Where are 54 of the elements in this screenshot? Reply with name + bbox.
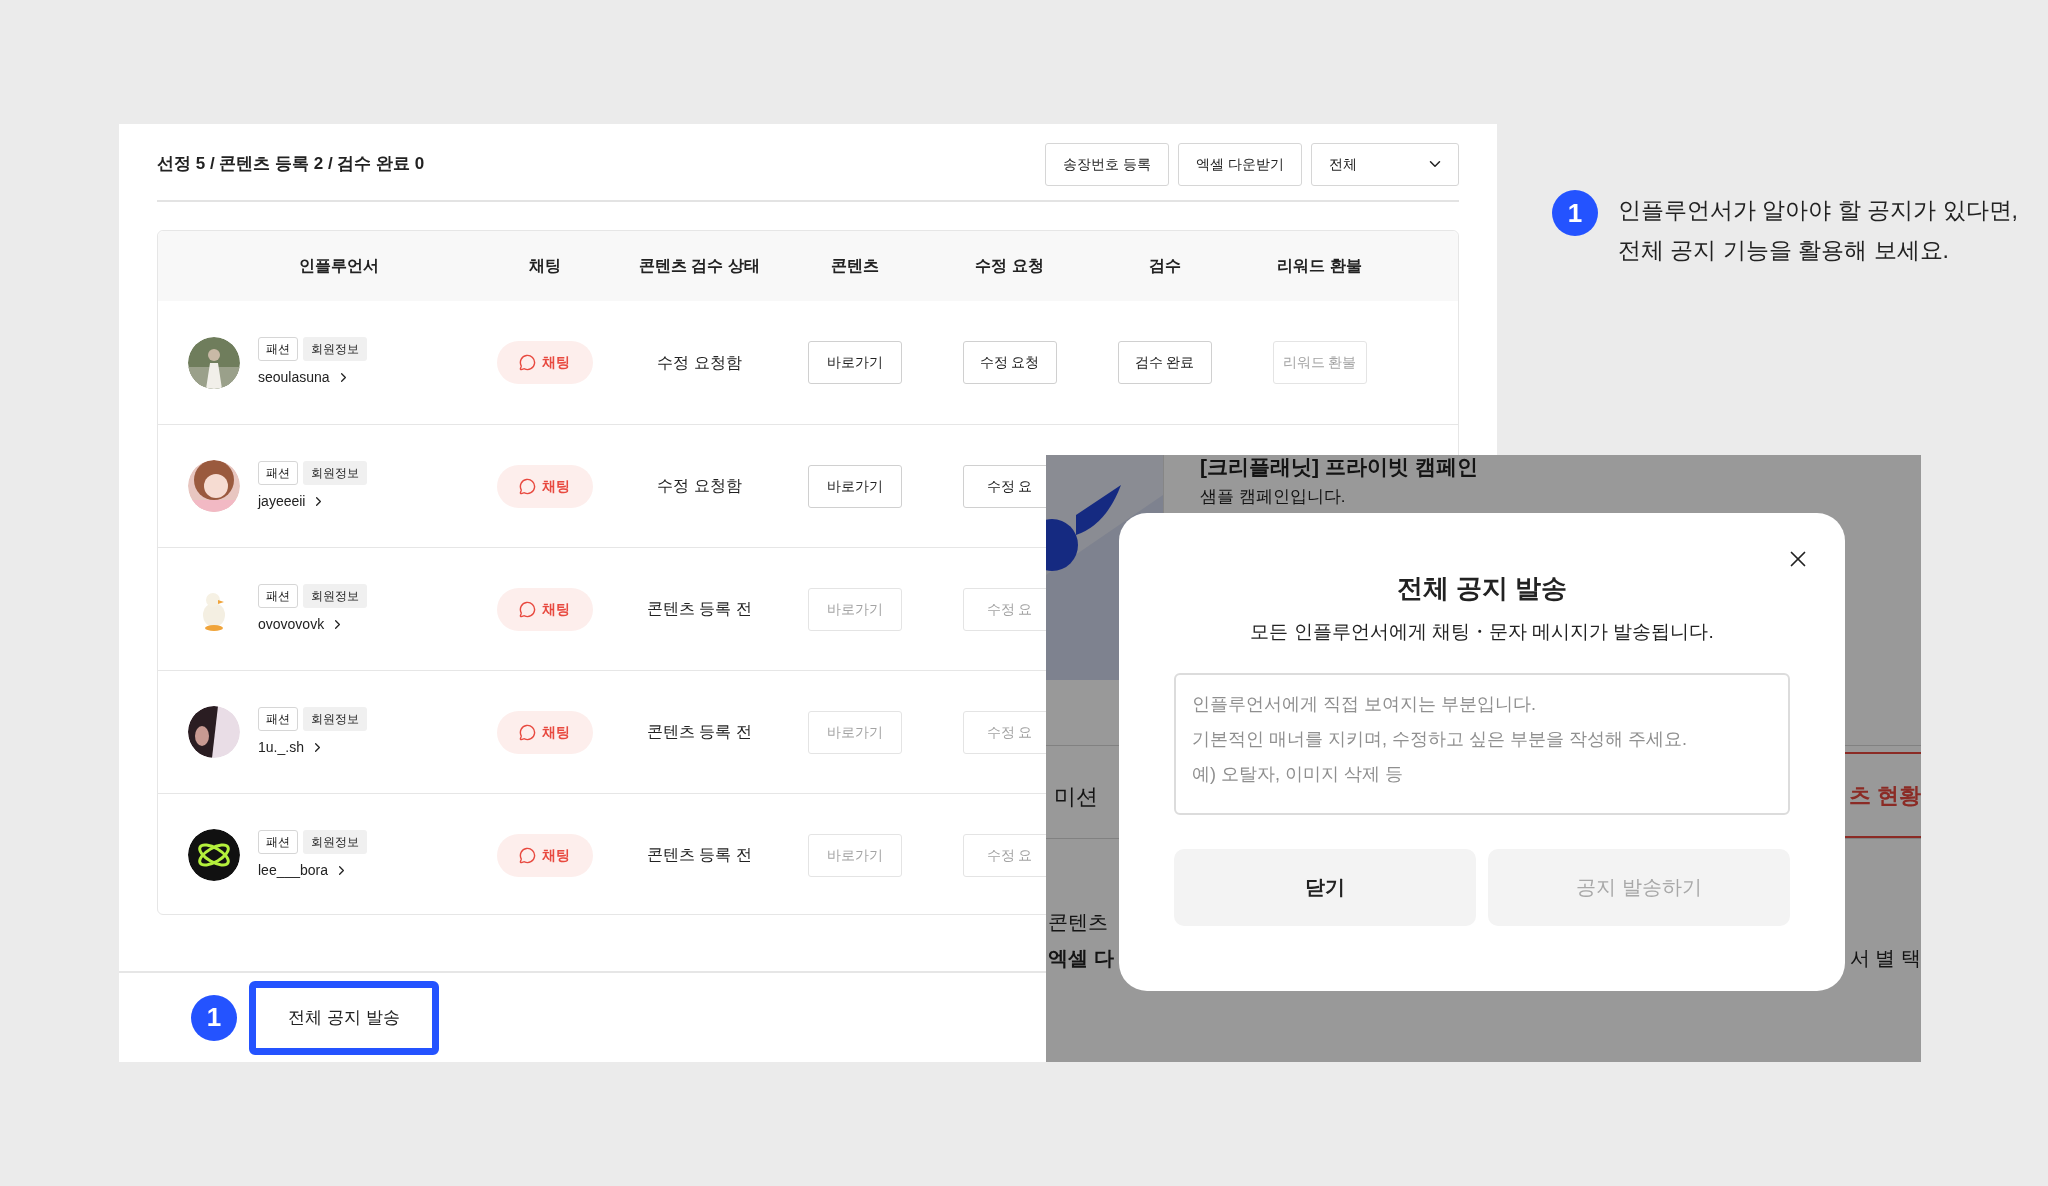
body-text: 콘텐츠	[1048, 910, 1108, 935]
column-header: 콘텐츠	[830, 256, 879, 276]
column-header: 인플루언서	[298, 256, 379, 276]
column-header: 콘텐츠 검수 상태	[639, 256, 760, 276]
review-status: 수정 요청함	[657, 352, 742, 373]
username-link[interactable]: 1u._.sh	[258, 736, 367, 758]
member-info-tag[interactable]: 회원정보	[303, 706, 367, 731]
review-status: 콘텐츠 등록 전	[647, 722, 752, 742]
modal-title: 전체 공지 발송	[1396, 572, 1568, 605]
step-number-badge: 1	[191, 994, 237, 1041]
selection-summary: 선정 5 / 콘텐츠 등록 2 / 검수 완료 0	[157, 153, 425, 176]
review-status: 수정 요청함	[657, 476, 742, 496]
member-info-tag[interactable]: 회원정보	[303, 337, 367, 361]
speech-bubble-icon	[519, 477, 536, 495]
username-link[interactable]: ovovovovk	[258, 613, 367, 635]
action-button[interactable]: 바로가기	[807, 464, 902, 508]
member-info-tag[interactable]: 회원정보	[303, 460, 367, 485]
column-header: 검수	[1148, 256, 1181, 276]
modal-subtitle: 모든 인플루언서에게 채팅・문자 메시지가 발송됩니다.	[1250, 620, 1714, 644]
toolbar-button[interactable]: 엑셀 다운받기	[1178, 142, 1302, 186]
category-tag: 패션	[258, 706, 298, 731]
username-link[interactable]: lee___bora	[258, 859, 367, 881]
tab[interactable]: 미션	[1054, 780, 1098, 813]
modal-button[interactable]: 닫기	[1174, 848, 1476, 926]
filter-dropdown[interactable]: 전체	[1311, 142, 1459, 186]
category-tag: 패션	[258, 460, 298, 485]
action-button[interactable]: 수정 요청	[962, 341, 1057, 384]
campaign-description: 샘플 캠페인입니다.	[1200, 486, 1346, 508]
speech-bubble-icon	[519, 354, 536, 371]
speech-bubble-icon	[519, 723, 536, 741]
category-tag: 패션	[258, 829, 298, 854]
step-number-badge: 1	[1552, 190, 1598, 236]
campaign-title: [크리플래닛] 프라이빗 캠페인	[1200, 455, 1478, 480]
column-header: 채팅	[528, 256, 561, 276]
member-info-tag[interactable]: 회원정보	[303, 829, 367, 854]
review-status: 콘텐츠 등록 전	[647, 845, 752, 865]
body-text: 엑셀 다	[1048, 946, 1114, 971]
column-header: 리워드 환불	[1277, 256, 1362, 276]
category-tag: 패션	[258, 337, 298, 361]
action-button[interactable]: 검수 완료	[1117, 341, 1212, 384]
member-info-tag[interactable]: 회원정보	[303, 583, 367, 608]
action-button[interactable]: 바로가기	[807, 341, 902, 384]
column-header: 수정 요청	[975, 256, 1044, 276]
body-text: 서 별 택	[1849, 946, 1921, 971]
speech-bubble-icon	[519, 846, 536, 864]
category-tag: 패션	[258, 583, 298, 608]
speech-bubble-icon	[519, 600, 536, 618]
annotation-text: 인플루언서가 알아야 할 공지가 있다면, 전체 공지 기능을 활용해 보세요.	[1618, 196, 2018, 265]
send-notice-button[interactable]: 전체 공지 발송	[249, 980, 439, 1055]
username-link[interactable]: seoulasuna	[258, 367, 367, 388]
username-link[interactable]: jayeeeii	[258, 490, 367, 512]
notice-input-field[interactable]: 인플루언서에게 직접 보여지는 부분입니다. 기본적인 매너를 지키며, 수정하고 싶은 부분을 작성해 주세요. 예) 오탈자, 이미지 삭제 등	[1174, 672, 1790, 815]
review-status: 콘텐츠 등록 전	[647, 599, 752, 619]
toolbar-button[interactable]: 송장번호 등록	[1045, 142, 1170, 186]
